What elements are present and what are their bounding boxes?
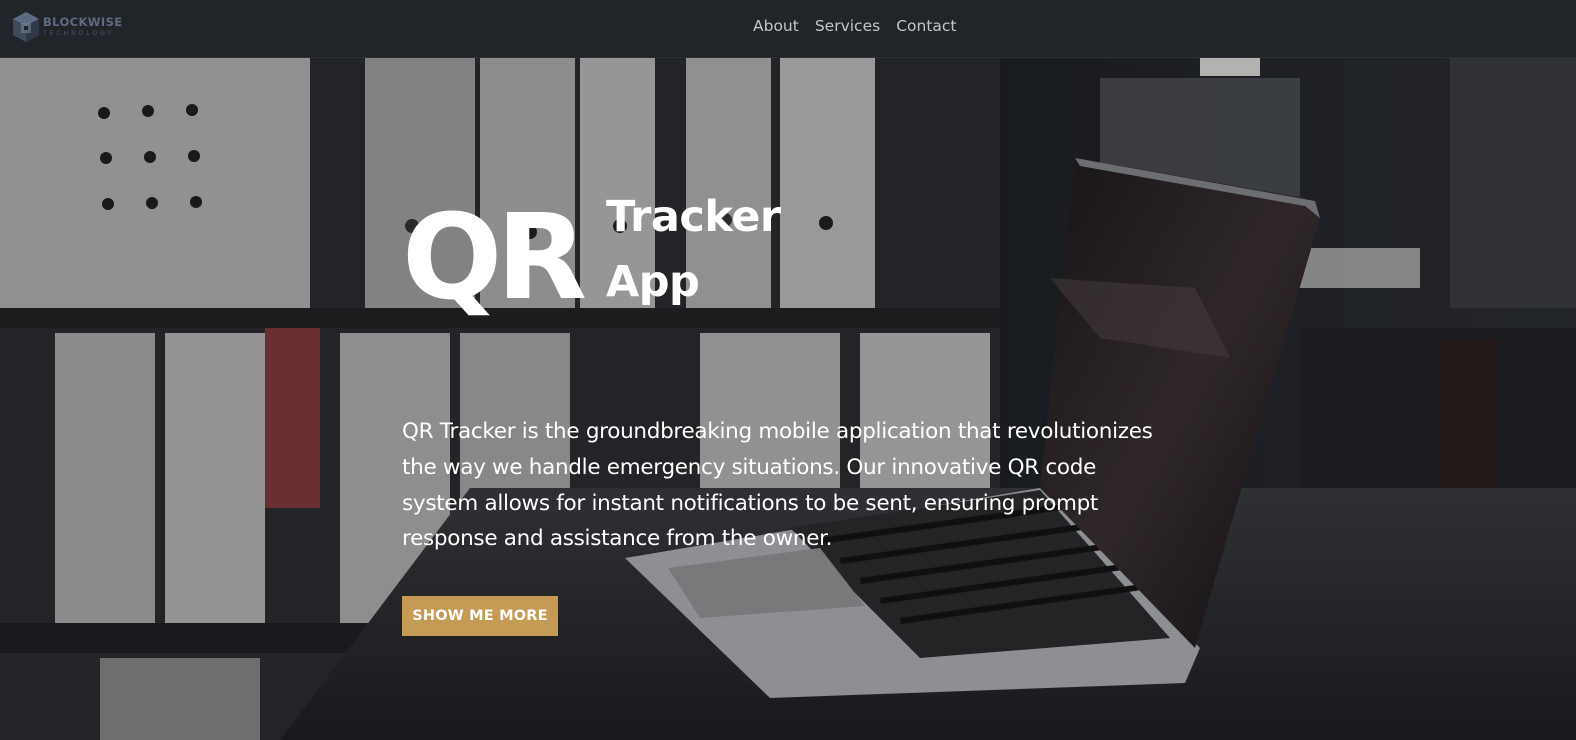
nav-link-contact[interactable]: Contact (888, 15, 964, 37)
hero-title-qr: QR (402, 188, 587, 326)
brand-tagline: TECHNOLOGY (43, 29, 115, 37)
brand-text: BLOCKWISE TECHNOLOGY (43, 17, 123, 37)
hero-section (0, 58, 1576, 740)
nav-link-services[interactable]: Services (807, 15, 888, 37)
hero-title-tracker: Tracker (606, 192, 781, 242)
hero-description: QR Tracker is the groundbreaking mobile … (402, 419, 1153, 552)
nav-link-about[interactable]: About (745, 15, 807, 37)
show-me-more-button[interactable]: SHOW ME MORE (402, 596, 558, 636)
hero-overlay (0, 58, 1576, 740)
cube-logo-icon (13, 12, 39, 42)
brand-name: BLOCKWISE (43, 15, 123, 30)
brand-logo-link[interactable]: BLOCKWISE TECHNOLOGY (12, 10, 123, 44)
top-navbar: BLOCKWISE TECHNOLOGY About Services Cont… (0, 0, 1576, 58)
hero-title-app: App (606, 257, 700, 307)
main-nav: About Services Contact (745, 15, 965, 37)
